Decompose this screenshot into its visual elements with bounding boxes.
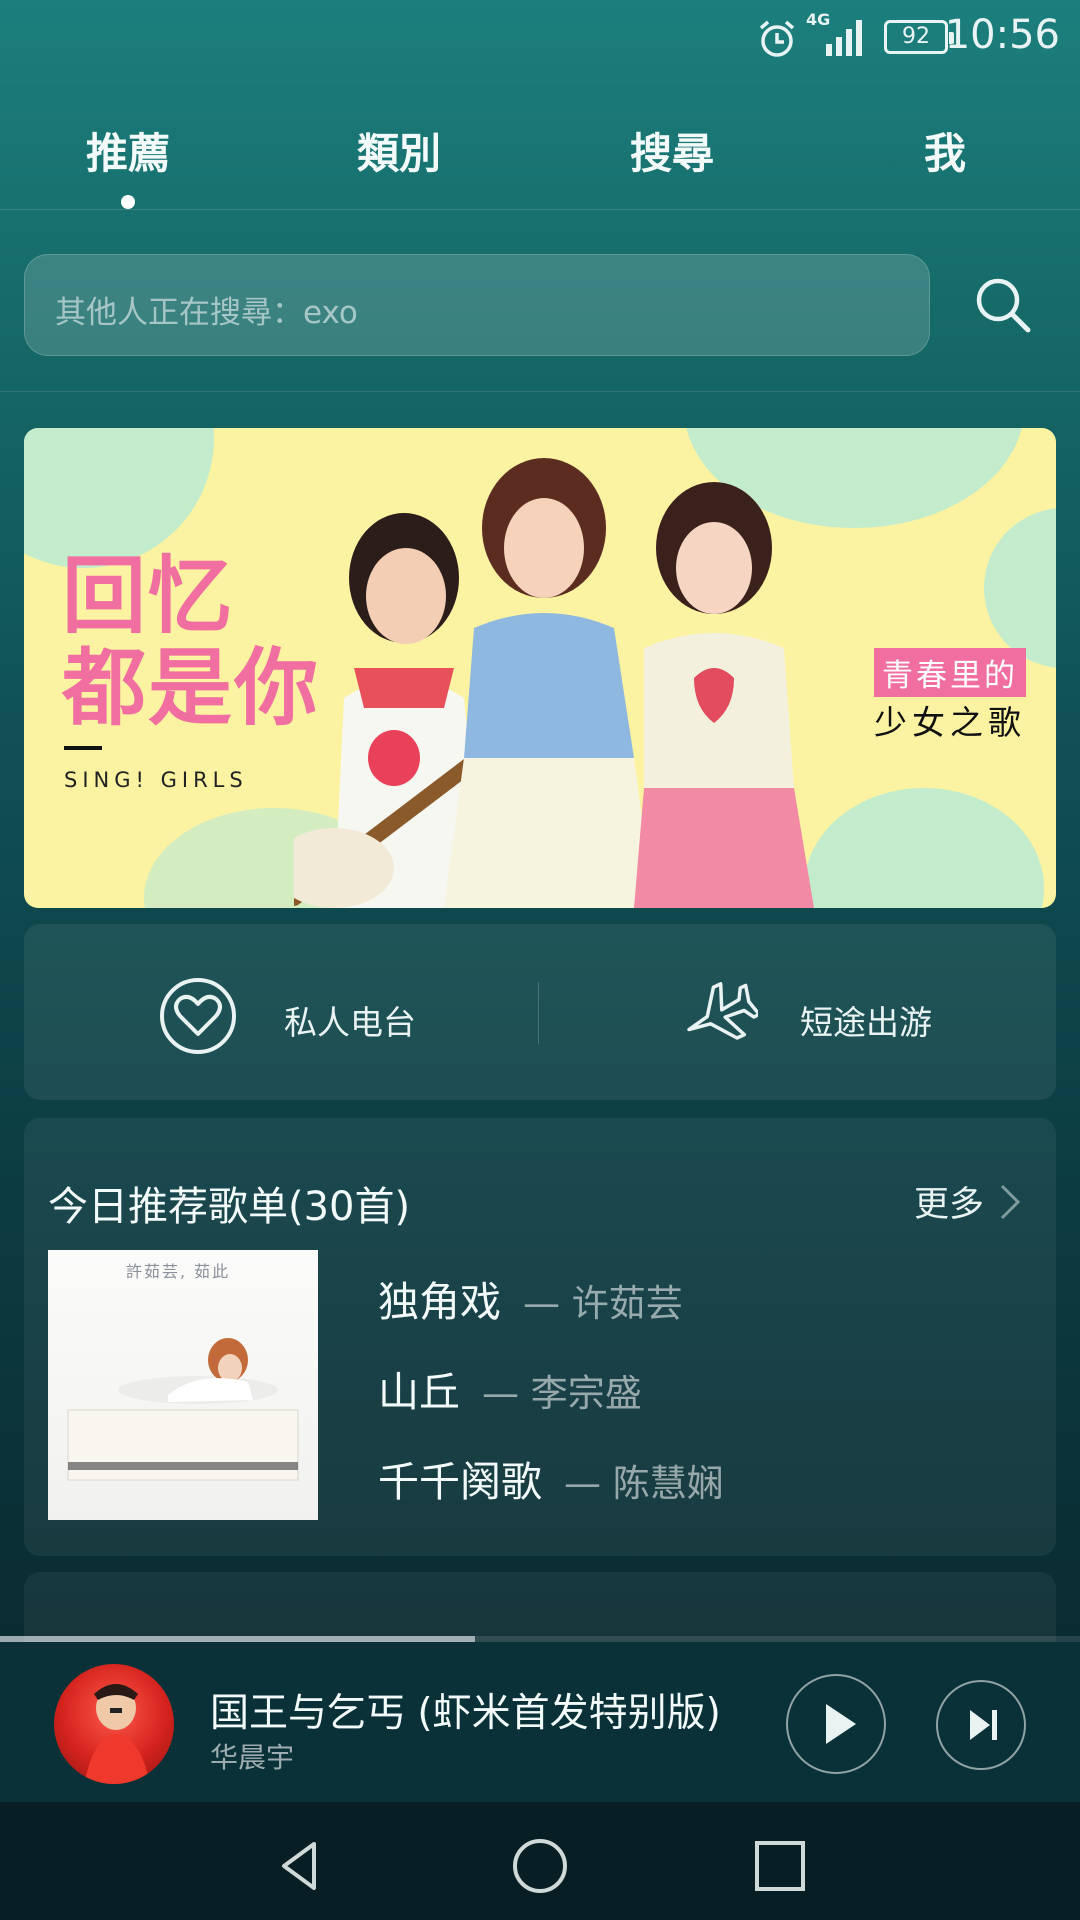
album-art-image	[84, 1684, 150, 1784]
song-item[interactable]: 千千阕歌 — 陈慧娴	[378, 1448, 724, 1508]
search-row: 其他人正在搜尋：exo	[0, 216, 1080, 392]
banner-artwork	[294, 458, 814, 908]
now-playing-title: 国王与乞丐 (虾米首发特别版)	[210, 1691, 721, 1736]
more-link[interactable]: 更多	[914, 1176, 984, 1227]
banner-title-line: 回忆	[62, 547, 235, 645]
recents-icon[interactable]	[750, 1836, 810, 1896]
quick-action-label: 短途出游	[800, 1003, 932, 1042]
song-title: 千千阕歌	[378, 1458, 542, 1506]
tab-label: 我	[923, 129, 967, 178]
tab-search[interactable]: 搜尋	[630, 120, 714, 181]
song-title: 山丘	[378, 1368, 460, 1416]
battery-indicator: 92	[884, 20, 954, 54]
private-radio-button[interactable]: 私人电台	[158, 976, 478, 1054]
search-input[interactable]: 其他人正在搜尋：exo	[24, 254, 930, 356]
banner-subtitle: SING! GIRLS	[64, 768, 248, 792]
skip-next-icon	[970, 1710, 997, 1740]
tab-label: 搜尋	[629, 129, 715, 178]
search-placeholder: 其他人正在搜尋：exo	[55, 295, 358, 331]
song-artist: — 李宗盛	[482, 1372, 642, 1415]
play-icon	[826, 1704, 856, 1744]
divider	[538, 982, 539, 1044]
short-trip-button[interactable]: 短途出游	[678, 976, 998, 1054]
next-track-button[interactable]	[936, 1680, 1026, 1770]
active-tab-dot	[120, 195, 135, 209]
home-icon[interactable]	[510, 1836, 570, 1896]
song-title: 独角戏	[378, 1278, 501, 1326]
system-nav-bar	[0, 1802, 1080, 1920]
playlist-heading: 今日推荐歌单(30首)	[48, 1184, 411, 1230]
clock: 10:56	[944, 12, 1060, 58]
song-item[interactable]: 独角戏 — 许茹芸	[378, 1268, 683, 1328]
song-artist: — 许茹芸	[523, 1282, 683, 1325]
status-bar: 4G 92 10:56	[0, 0, 1080, 72]
song-item[interactable]: 山丘 — 李宗盛	[378, 1358, 642, 1418]
tab-recommend[interactable]: 推薦	[85, 120, 171, 209]
banner-rule	[64, 746, 102, 750]
mini-player[interactable]: 国王与乞丐 (虾米首发特别版) 华晨宇	[0, 1642, 1080, 1802]
tab-label: 推薦	[85, 129, 171, 178]
banner-title: 回忆 都是你	[62, 550, 320, 734]
quick-action-label: 私人电台	[284, 1003, 416, 1042]
chevron-right-icon[interactable]	[998, 1182, 1022, 1222]
banner-tag: 青春里的	[874, 648, 1026, 697]
heart-icon	[160, 978, 236, 1054]
top-tab-bar: 推薦 類別 搜尋 我	[0, 100, 1080, 210]
tab-categories[interactable]: 類別	[357, 120, 441, 181]
alarm-icon	[759, 20, 795, 57]
airplane-icon	[687, 982, 758, 1040]
song-artist: — 陈慧娴	[564, 1462, 724, 1505]
cover-artwork	[67, 1338, 299, 1481]
album-art[interactable]	[54, 1664, 174, 1784]
signal-icon	[826, 20, 862, 56]
tab-me[interactable]: 我	[924, 120, 966, 181]
promo-banner[interactable]: 回忆 都是你 SING! GIRLS 青春里的 少女之歌	[24, 428, 1056, 908]
play-button[interactable]	[786, 1674, 886, 1774]
banner-title-line: 都是你	[62, 639, 321, 737]
banner-tag-secondary: 少女之歌	[874, 703, 1026, 742]
daily-playlist-card[interactable]: 今日推荐歌单(30首) 更多 許茹芸, 茹此 独角戏 — 许茹芸 山丘 — 李宗盛 …	[24, 1118, 1056, 1556]
playlist-cover[interactable]: 許茹芸, 茹此	[48, 1250, 318, 1520]
back-icon[interactable]	[270, 1836, 330, 1896]
now-playing-artist: 华晨宇	[210, 1741, 295, 1774]
tab-label: 類別	[356, 129, 442, 178]
search-icon[interactable]	[970, 272, 1036, 338]
quick-actions-panel: 私人电台 短途出游	[24, 924, 1056, 1100]
banner-decoration	[984, 508, 1056, 668]
